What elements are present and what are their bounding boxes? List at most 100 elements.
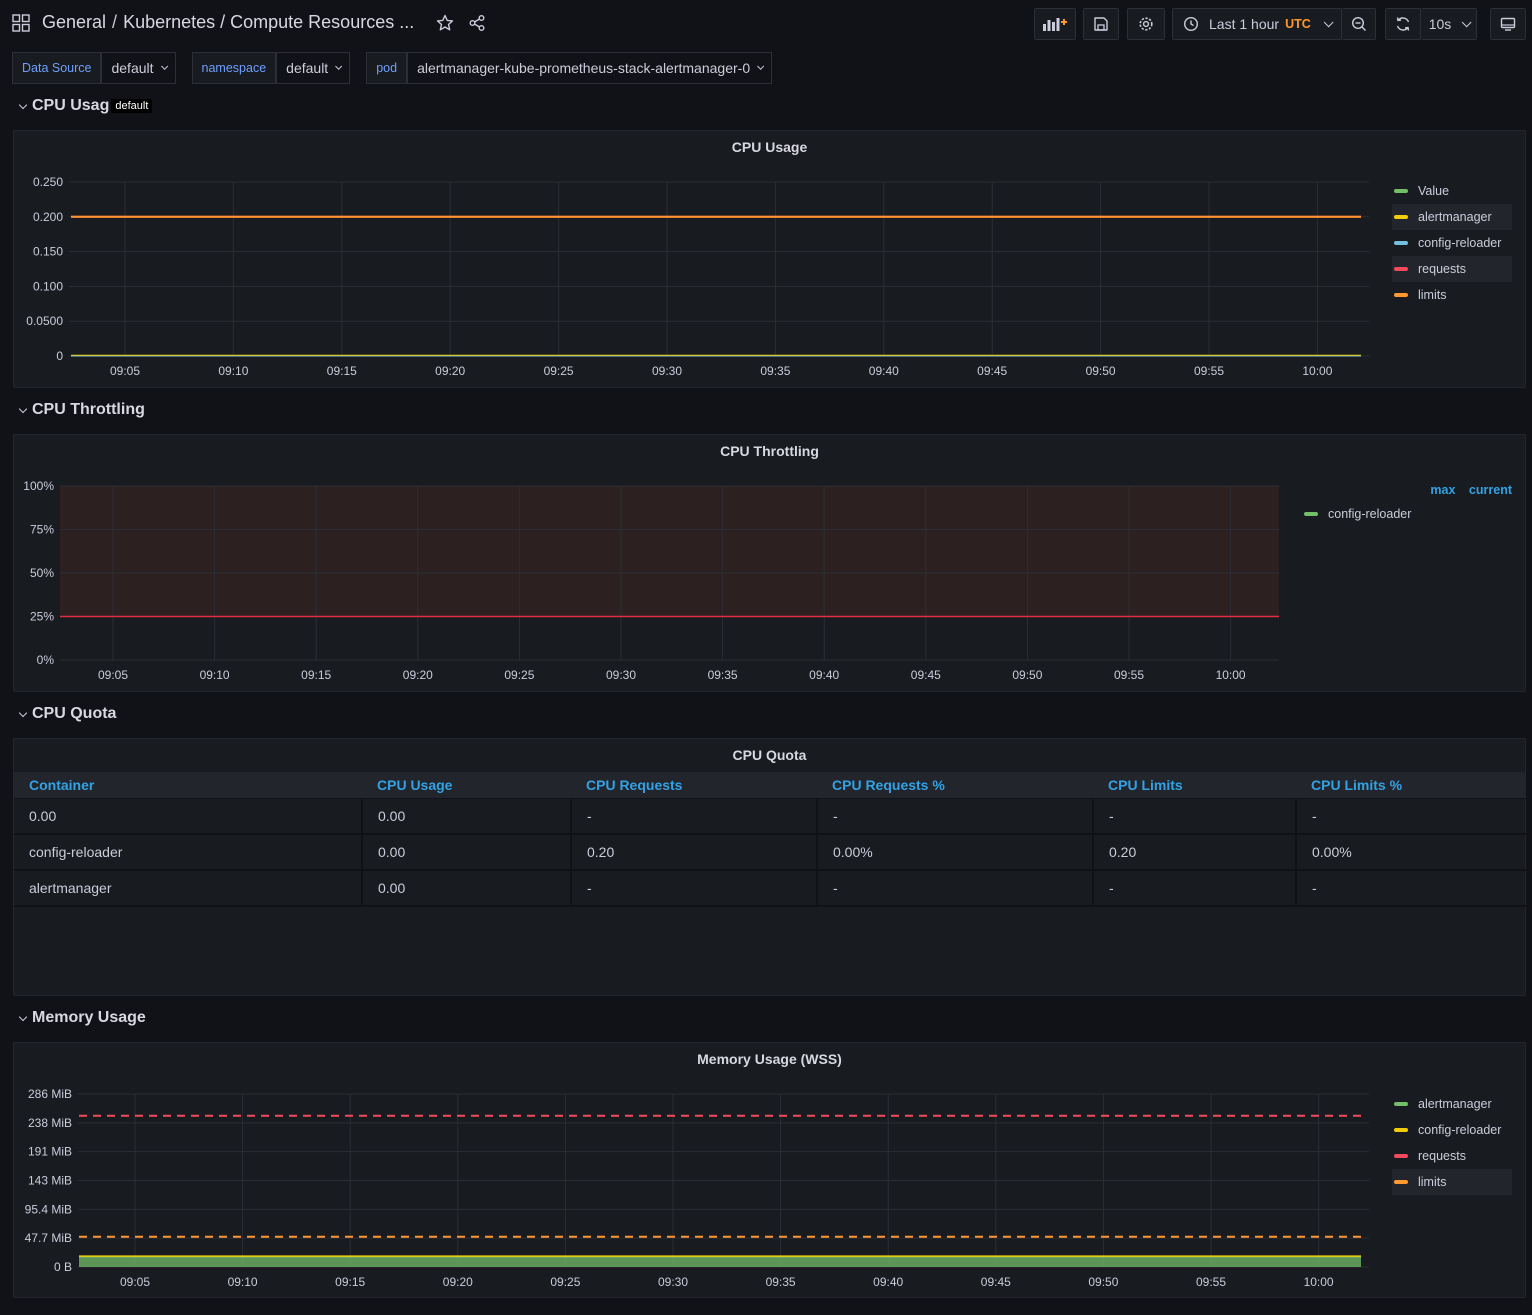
x-tick-label: 09:40 <box>869 364 899 378</box>
row-title: CPU Quota <box>32 705 117 722</box>
refresh-interval-picker[interactable]: 10s <box>1421 8 1477 40</box>
legend-item[interactable]: requests <box>1392 256 1512 282</box>
table-row: config-reloader 0.00 0.20 0.00% 0.20 0.0… <box>14 834 1526 871</box>
legend-swatch <box>1394 293 1408 297</box>
x-tick-label: 09:25 <box>504 668 534 682</box>
share-icon[interactable] <box>468 14 486 32</box>
zoom-out-button[interactable] <box>1342 8 1376 40</box>
refresh-button[interactable] <box>1385 8 1421 40</box>
x-tick-label: 09:35 <box>766 1275 796 1289</box>
column-header[interactable]: CPU Requests <box>571 772 817 799</box>
legend-label: config-reloader <box>1418 1123 1502 1137</box>
legend-swatch <box>1394 1128 1408 1132</box>
cpu-usage-chart[interactable]: 0 0.0500 0.100 0.150 0.200 0.250 09:05 09:10 09:… <box>14 131 1384 389</box>
clock-icon <box>1183 16 1199 32</box>
x-tick-label: 09:35 <box>760 364 790 378</box>
refresh-icon <box>1396 17 1410 31</box>
chevron-down-icon <box>335 62 343 70</box>
y-tick-label: 286 MiB <box>28 1087 72 1101</box>
add-panel-icon <box>1043 18 1067 31</box>
y-tick-label: 0.150 <box>33 245 63 259</box>
chevron-down-icon <box>1323 16 1334 27</box>
chevron-down-icon <box>18 100 28 109</box>
tooltip: default <box>111 99 153 113</box>
save-dashboard-button[interactable] <box>1083 8 1119 40</box>
legend-swatch <box>1394 1180 1408 1184</box>
variable-value: default <box>286 60 329 76</box>
y-tick-label: 25% <box>30 610 54 624</box>
panel-cpu-usage[interactable]: CPU Usage 0 0.0500 0.100 0.150 0.200 0.250 09:… <box>13 130 1526 388</box>
table-cell: 0.00% <box>817 834 1094 871</box>
legend-item[interactable]: config-reloader <box>1302 501 1512 527</box>
variable-value: default <box>111 60 154 76</box>
row-header-cpu-throttling[interactable]: CPU Throttling <box>18 401 145 419</box>
x-tick-label: 09:55 <box>1196 1275 1226 1289</box>
legend-header-max[interactable]: max <box>1430 483 1455 497</box>
y-tick-label: 95.4 MiB <box>25 1202 72 1216</box>
star-icon[interactable] <box>436 14 454 32</box>
y-tick-label: 0.100 <box>33 279 63 293</box>
cpu-throttling-chart[interactable]: 0% 25% 50% 75% 100% 09:05 09:10 09:15 09:20 09:25… <box>14 435 1294 693</box>
x-tick-label: 09:05 <box>98 668 128 682</box>
column-header[interactable]: CPU Limits % <box>1296 772 1526 799</box>
y-tick-label: 143 MiB <box>28 1174 72 1188</box>
column-header[interactable]: CPU Requests % <box>817 772 1093 799</box>
table-cell: - <box>817 798 1094 835</box>
legend-label: alertmanager <box>1418 1097 1492 1111</box>
row-header-cpu-usage[interactable]: CPU Usag default <box>18 97 153 115</box>
row-header-memory-usage[interactable]: Memory Usage <box>18 1009 146 1027</box>
panel-cpu-quota[interactable]: CPU Quota Container CPU Usage CPU Reques… <box>13 738 1526 996</box>
add-panel-button[interactable] <box>1034 8 1076 40</box>
x-tick-label: 09:15 <box>335 1275 365 1289</box>
breadcrumb-folder[interactable]: General <box>42 12 106 33</box>
x-tick-label: 09:05 <box>120 1275 150 1289</box>
table-cell: - <box>1296 798 1526 835</box>
x-tick-label: 09:20 <box>403 668 433 682</box>
zoom-out-icon <box>1351 16 1366 31</box>
row-title: CPU Throttling <box>32 401 145 418</box>
series-area-alertmanager <box>79 1256 1361 1267</box>
x-tick-label: 09:25 <box>544 364 574 378</box>
legend-header-current[interactable]: current <box>1469 483 1512 497</box>
row-title: Memory Usage <box>32 1009 146 1026</box>
apps-grid-icon[interactable] <box>12 13 30 32</box>
row-header-cpu-quota[interactable]: CPU Quota <box>18 705 117 723</box>
y-tick-label: 0.0500 <box>26 314 63 328</box>
x-tick-label: 10:00 <box>1304 1275 1334 1289</box>
time-range-picker[interactable]: Last 1 hour UTC <box>1172 8 1342 40</box>
legend-label: limits <box>1418 288 1447 302</box>
top-bar: General / Kubernetes / Compute Resources… <box>0 0 1532 48</box>
x-tick-label: 09:15 <box>301 668 331 682</box>
tv-mode-button[interactable] <box>1490 8 1526 40</box>
timezone-badge: UTC <box>1285 17 1311 31</box>
column-header[interactable]: CPU Usage <box>362 772 571 799</box>
panel-memory-usage[interactable]: Memory Usage (WSS) 0 B 47.7 MiB 95.4 MiB 14… <box>13 1042 1526 1298</box>
row-title: CPU Usag <box>32 97 110 114</box>
legend-item[interactable]: config-reloader <box>1392 230 1512 256</box>
legend-item[interactable]: alertmanager <box>1392 1091 1512 1117</box>
variable-select-namespace[interactable]: default <box>276 52 351 84</box>
variable-select-pod[interactable]: alertmanager-kube-prometheus-stack-alert… <box>407 52 773 84</box>
legend-item[interactable]: limits <box>1392 1169 1512 1195</box>
memory-usage-chart[interactable]: 0 B 47.7 MiB 95.4 MiB 143 MiB 191 MiB 238 MiB… <box>14 1043 1384 1299</box>
variable-select-datasource[interactable]: default <box>101 52 176 84</box>
column-header[interactable]: Container <box>14 772 362 799</box>
panel-title[interactable]: CPU Quota <box>14 747 1525 763</box>
breadcrumb-separator: / <box>112 12 118 32</box>
table-cell: 0.00% <box>1296 834 1526 871</box>
column-header[interactable]: CPU Limits <box>1093 772 1296 799</box>
x-tick-label: 09:35 <box>708 668 738 682</box>
table-header-row: Container CPU Usage CPU Requests CPU Req… <box>14 772 1526 799</box>
chevron-down-icon <box>1461 16 1472 27</box>
x-tick-label: 09:45 <box>981 1275 1011 1289</box>
legend-item[interactable]: alertmanager <box>1392 204 1512 230</box>
dashboard-title[interactable]: Kubernetes / Compute Resources ... <box>123 12 414 33</box>
panel-cpu-throttling[interactable]: CPU Throttling 0% 25% 50% 75% 100% 09:05 09:10… <box>13 434 1526 692</box>
refresh-interval-label: 10s <box>1428 16 1452 32</box>
legend-item[interactable]: limits <box>1392 282 1512 308</box>
table-cell: - <box>571 870 818 907</box>
legend-item[interactable]: Value <box>1392 178 1512 204</box>
dashboard-settings-button[interactable] <box>1127 8 1165 40</box>
legend-item[interactable]: config-reloader <box>1392 1117 1512 1143</box>
legend-item[interactable]: requests <box>1392 1143 1512 1169</box>
